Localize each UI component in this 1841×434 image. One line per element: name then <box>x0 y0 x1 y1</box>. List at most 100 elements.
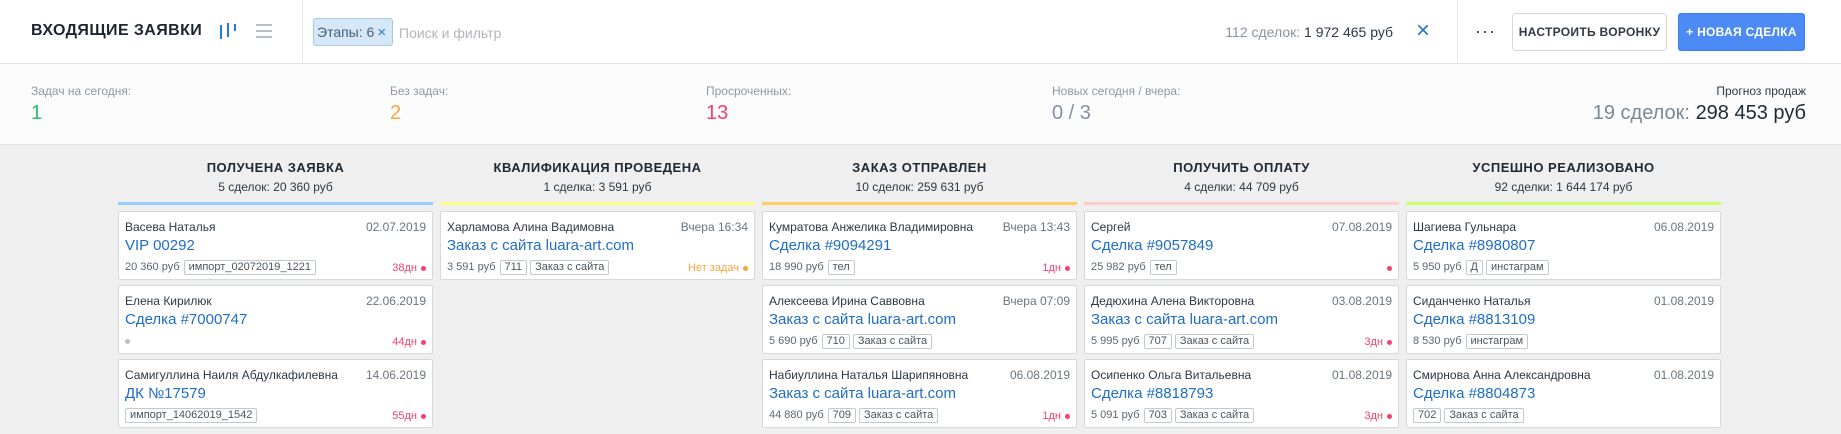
deal-card[interactable]: Шагиева Гульнара 06.08.2019 Сделка #8980… <box>1406 211 1721 280</box>
deal-tag[interactable]: Д <box>1465 259 1483 275</box>
column-header: КВАЛИФИКАЦИЯ ПРОВЕДЕНА 1 сделка: 3 591 р… <box>440 145 755 202</box>
deal-tag[interactable]: Заказ с сайта <box>1444 407 1524 423</box>
deal-link[interactable]: Заказ с сайта luara-art.com <box>769 311 956 328</box>
deal-card[interactable]: Алексеева Ирина Саввовна Вчера 07:09 Зак… <box>762 285 1077 354</box>
deal-card[interactable]: Елена Кирилюк 22.06.2019 Сделка #7000747… <box>118 285 433 354</box>
contact-name[interactable]: Васева Наталья <box>125 220 215 234</box>
deal-tag[interactable]: импорт_14062019_1542 <box>125 407 258 423</box>
deal-date: 22.06.2019 <box>365 294 426 308</box>
deal-tag[interactable]: 709 <box>827 407 856 423</box>
deal-link[interactable]: ДК №17579 <box>125 385 206 402</box>
pipeline-column: ПОЛУЧЕНА ЗАЯВКА 5 сделок: 20 360 руб Вас… <box>118 145 433 433</box>
deal-tag[interactable]: 711 <box>499 259 528 275</box>
deal-tag[interactable]: Заказ с сайта <box>530 259 610 275</box>
deal-card[interactable]: Смирнова Анна Александровна 01.08.2019 С… <box>1406 359 1721 428</box>
deal-link[interactable]: Сделка #8818793 <box>1091 385 1213 402</box>
stat-today-tasks[interactable]: Задач на сегодня: 1 <box>31 84 131 125</box>
deal-link[interactable]: Заказ с сайта luara-art.com <box>769 385 956 402</box>
deal-tag[interactable]: импорт_02072019_1221 <box>183 259 316 275</box>
deal-link[interactable]: VIP 00292 <box>125 237 195 254</box>
deal-date: 07.08.2019 <box>1331 220 1392 234</box>
deal-link[interactable]: Сделка #7000747 <box>125 311 247 328</box>
deal-link[interactable]: Заказ с сайта luara-art.com <box>1091 311 1278 328</box>
deal-tag[interactable]: Заказ с сайта <box>858 407 939 423</box>
deal-tag[interactable]: инстаграм <box>1465 333 1529 349</box>
pipeline-view-icon[interactable] <box>220 22 238 42</box>
deal-card[interactable]: Сергей 07.08.2019 Сделка #9057849 25 982… <box>1084 211 1399 280</box>
contact-name[interactable]: Шагиева Гульнара <box>1413 220 1516 234</box>
deal-tag[interactable]: тел <box>1149 259 1177 275</box>
deal-card[interactable]: Кумратова Анжелика Владимировна Вчера 13… <box>762 211 1077 280</box>
deal-meta <box>125 333 130 349</box>
deal-tag[interactable]: Заказ с сайта <box>1174 407 1255 423</box>
deal-tag[interactable]: 703 <box>1143 407 1172 423</box>
deal-meta: 18 990 руб тел <box>769 259 858 275</box>
deal-price: 5 091 руб <box>1091 409 1140 421</box>
deal-date: 01.08.2019 <box>1653 294 1714 308</box>
deal-tag[interactable]: Заказ с сайта <box>852 333 933 349</box>
deal-link[interactable]: Сделка #8980807 <box>1413 237 1535 254</box>
column-header: ЗАКАЗ ОТПРАВЛЕН 10 сделок: 259 631 руб <box>762 145 1077 202</box>
contact-name[interactable]: Кумратова Анжелика Владимировна <box>769 220 973 234</box>
stat-no-tasks[interactable]: Без задач: 2 <box>390 84 448 125</box>
column-header: ПОЛУЧЕНА ЗАЯВКА 5 сделок: 20 360 руб <box>118 145 433 202</box>
stat-new[interactable]: Новых сегодня / вчера: 0 / 3 <box>1052 84 1180 125</box>
deal-link[interactable]: Сделка #8804873 <box>1413 385 1535 402</box>
column-header: ПОЛУЧИТЬ ОПЛАТУ 4 сделки: 44 709 руб <box>1084 145 1399 202</box>
deal-tag[interactable]: 702 <box>1413 407 1442 423</box>
column-title: ЗАКАЗ ОТПРАВЛЕН <box>852 160 987 175</box>
contact-name[interactable]: Алексеева Ирина Саввовна <box>769 294 925 308</box>
deal-date: 01.08.2019 <box>1653 368 1714 382</box>
list-view-icon[interactable] <box>256 24 272 38</box>
deal-link[interactable]: Заказ с сайта luara-art.com <box>447 237 634 254</box>
contact-name[interactable]: Смирнова Анна Александровна <box>1413 368 1591 382</box>
deal-card[interactable]: Харламова Алина Вадимовна Вчера 16:34 За… <box>440 211 755 280</box>
contact-name[interactable]: Елена Кирилюк <box>125 294 212 308</box>
contact-name[interactable]: Дедюхина Алена Викторовна <box>1091 294 1254 308</box>
stat-value: 13 <box>706 102 729 124</box>
contact-name[interactable]: Сиданченко Наталья <box>1413 294 1530 308</box>
deal-price: 20 360 руб <box>125 261 180 273</box>
deal-meta: 5 995 руб 707 Заказ с сайта <box>1091 333 1257 349</box>
deal-price: 8 530 руб <box>1413 335 1462 347</box>
search-area: Этапы: 6× 112 сделок: 1 972 465 руб × <box>302 0 1458 64</box>
pipeline-column: КВАЛИФИКАЦИЯ ПРОВЕДЕНА 1 сделка: 3 591 р… <box>440 145 755 285</box>
deal-tag[interactable]: инстаграм <box>1485 259 1549 275</box>
new-deal-button[interactable]: + НОВАЯ СДЕЛКА <box>1678 13 1805 51</box>
column-title: ПОЛУЧЕНА ЗАЯВКА <box>206 160 345 175</box>
deal-price: 3 591 руб <box>447 261 496 273</box>
filter-chip[interactable]: Этапы: 6 × <box>313 18 394 46</box>
chip-remove-icon[interactable]: × <box>377 20 386 46</box>
contact-name[interactable]: Харламова Алина Вадимовна <box>447 220 614 234</box>
deal-card[interactable]: Осипенко Ольга Витальевна 01.08.2019 Сде… <box>1084 359 1399 428</box>
deal-tag[interactable]: тел <box>827 259 855 275</box>
configure-funnel-button[interactable]: НАСТРОИТЬ ВОРОНКУ <box>1512 13 1667 51</box>
deal-tag[interactable]: 710 <box>821 333 850 349</box>
more-icon[interactable]: ··· <box>1475 22 1496 40</box>
page-title: ВХОДЯЩИЕ ЗАЯВКИ <box>31 22 203 39</box>
deal-tag[interactable]: Заказ с сайта <box>1174 333 1255 349</box>
deal-tag[interactable]: 707 <box>1143 333 1172 349</box>
deal-card[interactable]: Самигуллина Наиля Абдулкафилевна 14.06.2… <box>118 359 433 428</box>
contact-name[interactable]: Сергей <box>1091 220 1131 234</box>
deal-card[interactable]: Сиданченко Наталья 01.08.2019 Сделка #88… <box>1406 285 1721 354</box>
deal-card[interactable]: Дедюхина Алена Викторовна 03.08.2019 Зак… <box>1084 285 1399 354</box>
deal-card[interactable]: Набиуллина Наталья Шарипяновна 06.08.201… <box>762 359 1077 428</box>
deal-link[interactable]: Сделка #9057849 <box>1091 237 1213 254</box>
stat-overdue[interactable]: Просроченных: 13 <box>706 84 791 125</box>
contact-name[interactable]: Самигуллина Наиля Абдулкафилевна <box>125 368 338 382</box>
contact-name[interactable]: Осипенко Ольга Витальевна <box>1091 368 1251 382</box>
contact-name[interactable]: Набиуллина Наталья Шарипяновна <box>769 368 968 382</box>
pipeline-column: УСПЕШНО РЕАЛИЗОВАНО 92 сделки: 1 644 174… <box>1406 145 1721 433</box>
deal-link[interactable]: Сделка #8813109 <box>1413 311 1535 328</box>
task-status: 1дн <box>1042 410 1070 422</box>
clear-filter-icon[interactable]: × <box>1416 18 1430 44</box>
deal-meta: 5 950 руб Динстаграм <box>1413 259 1552 275</box>
deal-card[interactable]: Васева Наталья 02.07.2019 VIP 00292 20 3… <box>118 211 433 280</box>
filter-chip-label: Этапы: 6 <box>317 24 375 40</box>
deal-meta: 5 091 руб 703 Заказ с сайта <box>1091 407 1257 423</box>
column-title: УСПЕШНО РЕАЛИЗОВАНО <box>1472 160 1655 175</box>
top-bar: ВХОДЯЩИЕ ЗАЯВКИ Этапы: 6× 112 сделок: 1 … <box>0 0 1841 64</box>
deal-link[interactable]: Сделка #9094291 <box>769 237 891 254</box>
search-input[interactable] <box>399 22 1019 44</box>
